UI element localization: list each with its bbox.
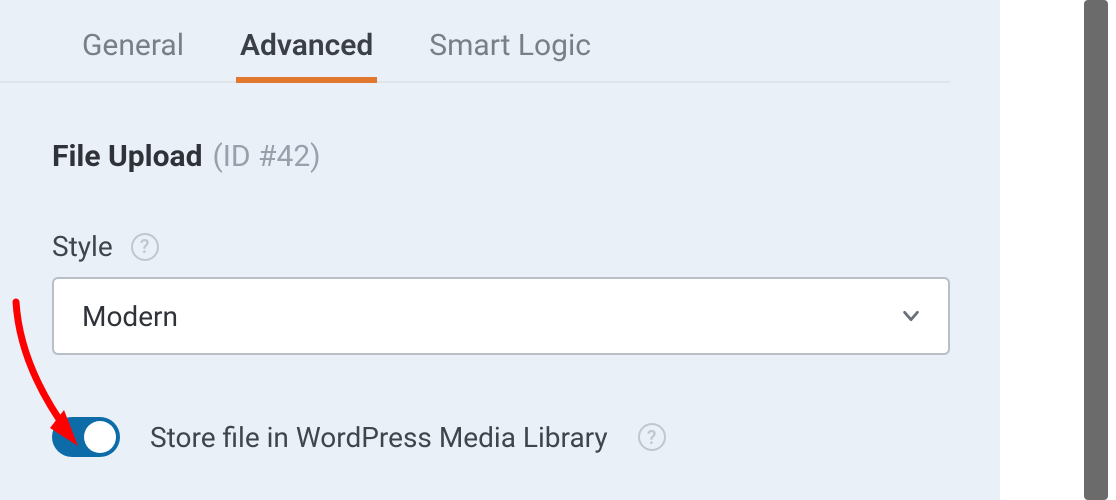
settings-panel: General Advanced Smart Logic File Upload… <box>0 0 1000 500</box>
tab-bar: General Advanced Smart Logic <box>0 0 950 83</box>
help-icon[interactable]: ? <box>131 233 159 261</box>
help-icon[interactable]: ? <box>638 423 666 451</box>
style-select-value: Modern <box>82 300 178 333</box>
chevron-down-icon <box>900 305 922 327</box>
section-header: File Upload (ID #42) <box>52 139 950 174</box>
tab-general[interactable]: General <box>82 0 184 81</box>
advanced-section: File Upload (ID #42) Style ? Modern St <box>0 83 1000 457</box>
style-label: Style <box>52 230 113 263</box>
section-title: File Upload <box>52 139 202 174</box>
toggle-knob <box>84 421 116 453</box>
style-label-row: Style ? <box>52 230 950 263</box>
media-library-toggle[interactable] <box>52 417 120 457</box>
section-id-label: (ID #42) <box>212 139 320 174</box>
media-library-toggle-row: Store file in WordPress Media Library ? <box>52 417 950 457</box>
scrollbar-thumb[interactable] <box>1084 0 1108 500</box>
style-field-group: Style ? Modern <box>52 230 950 355</box>
tab-smart-logic[interactable]: Smart Logic <box>429 0 591 81</box>
style-select[interactable]: Modern <box>52 277 950 355</box>
panel-edge <box>1000 0 1076 500</box>
scrollbar-track[interactable] <box>1076 0 1116 500</box>
tab-advanced[interactable]: Advanced <box>240 0 373 81</box>
media-library-toggle-label: Store file in WordPress Media Library <box>150 421 608 454</box>
